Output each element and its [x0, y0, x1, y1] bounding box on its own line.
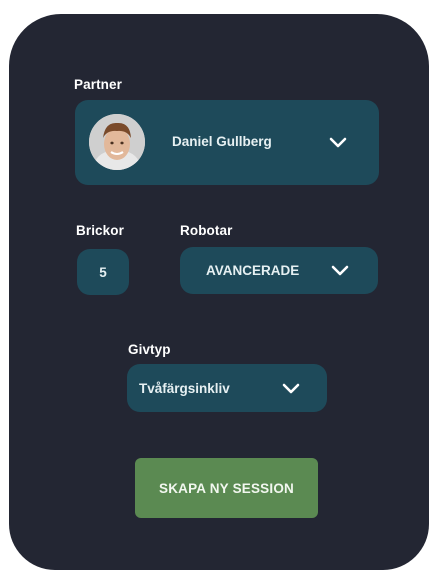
chevron-down-icon	[282, 383, 300, 394]
partner-avatar	[89, 114, 145, 170]
robotar-select[interactable]: AVANCERADE	[180, 247, 378, 294]
givtyp-label: Givtyp	[128, 342, 171, 357]
partner-select[interactable]: Daniel Gullberg	[75, 100, 379, 185]
partner-label: Partner	[74, 77, 122, 92]
brickor-label: Brickor	[76, 223, 124, 238]
brickor-field[interactable]: 5	[77, 249, 129, 295]
session-panel: Partner Daniel Gullberg Brickor 5 Robota…	[9, 14, 429, 570]
chevron-down-icon	[331, 265, 349, 276]
chevron-down-icon	[329, 137, 347, 148]
brickor-value: 5	[99, 264, 107, 280]
create-session-button[interactable]: SKAPA NY SESSION	[135, 458, 318, 518]
robotar-value: AVANCERADE	[206, 263, 300, 278]
givtyp-value: Tvåfärgsinkliv	[139, 381, 230, 396]
user-avatar-icon	[89, 114, 145, 170]
partner-name: Daniel Gullberg	[172, 134, 272, 149]
robotar-label: Robotar	[180, 223, 233, 238]
givtyp-select[interactable]: Tvåfärgsinkliv	[127, 364, 327, 412]
